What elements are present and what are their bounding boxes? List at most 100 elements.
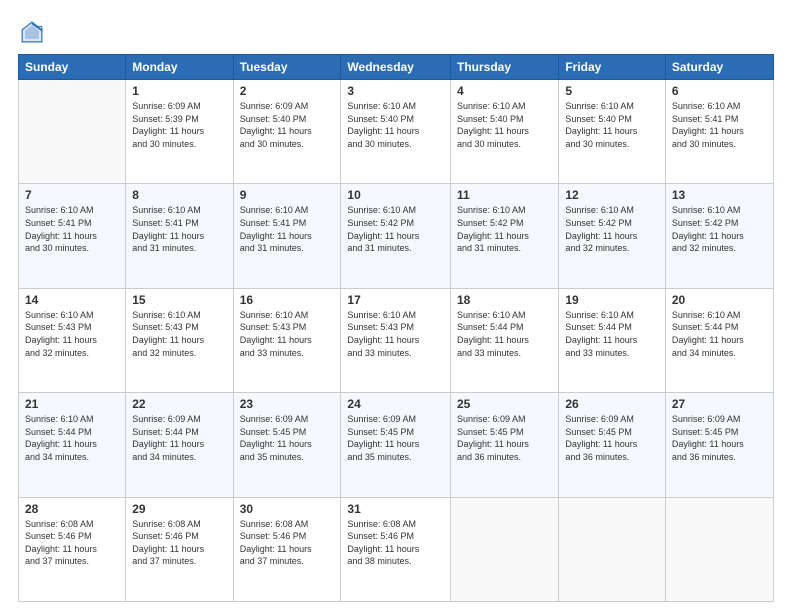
calendar-cell: 23Sunrise: 6:09 AM Sunset: 5:45 PM Dayli…: [233, 393, 341, 497]
calendar-cell: 13 Sunrise: 6:10 AM Sunset: 5:42 PM Dayli…: [665, 184, 773, 288]
calendar-cell: 7Sunrise: 6:10 AM Sunset: 5:41 PM Daylig…: [19, 184, 126, 288]
calendar-cell: 27 Sunrise: 6:09 AM Sunset: 5:45 PM Dayli…: [665, 393, 773, 497]
day-number: 4: [457, 84, 552, 98]
calendar-cell: 11 Sunrise: 6:10 AM Sunset: 5:42 PM Dayli…: [451, 184, 559, 288]
calendar-cell: 9Sunrise: 6:10 AM Sunset: 5:41 PM Daylig…: [233, 184, 341, 288]
day-number: 3: [347, 84, 444, 98]
day-info: Sunrise: 6:10 AM Sunset: 5:44 PM Dayligh…: [672, 309, 767, 359]
day-number: 14: [25, 293, 119, 307]
calendar-cell: 26 Sunrise: 6:09 AM Sunset: 5:45 PM Dayli…: [559, 393, 666, 497]
day-info: Sunrise: 6:10 AM Sunset: 5:42 PM Dayligh…: [347, 204, 444, 254]
col-saturday: Saturday: [665, 55, 773, 80]
day-number: 17: [347, 293, 444, 307]
day-info: Sunrise: 6:10 AM Sunset: 5:42 PM Dayligh…: [565, 204, 659, 254]
week-row-3: 14 Sunrise: 6:10 AM Sunset: 5:43 PM Dayli…: [19, 288, 774, 392]
day-info: Sunrise: 6:09 AM Sunset: 5:45 PM Dayligh…: [565, 413, 659, 463]
calendar-cell: 15Sunrise: 6:10 AM Sunset: 5:43 PM Dayli…: [126, 288, 233, 392]
day-number: 2: [240, 84, 335, 98]
logo: [18, 18, 50, 46]
day-number: 11: [457, 188, 552, 202]
calendar-cell: 16 Sunrise: 6:10 AM Sunset: 5:43 PM Dayli…: [233, 288, 341, 392]
day-info: Sunrise: 6:09 AM Sunset: 5:45 PM Dayligh…: [240, 413, 335, 463]
calendar-cell: 24 Sunrise: 6:09 AM Sunset: 5:45 PM Dayli…: [341, 393, 451, 497]
week-row-5: 28 Sunrise: 6:08 AM Sunset: 5:46 PM Dayli…: [19, 497, 774, 601]
day-number: 8: [132, 188, 226, 202]
calendar-cell: 17 Sunrise: 6:10 AM Sunset: 5:43 PM Dayli…: [341, 288, 451, 392]
day-info: Sunrise: 6:09 AM Sunset: 5:45 PM Dayligh…: [347, 413, 444, 463]
day-info: Sunrise: 6:09 AM Sunset: 5:39 PM Dayligh…: [132, 100, 226, 150]
day-info: Sunrise: 6:10 AM Sunset: 5:40 PM Dayligh…: [347, 100, 444, 150]
day-number: 12: [565, 188, 659, 202]
day-info: Sunrise: 6:08 AM Sunset: 5:46 PM Dayligh…: [132, 518, 226, 568]
calendar-cell: 10 Sunrise: 6:10 AM Sunset: 5:42 PM Dayli…: [341, 184, 451, 288]
calendar-cell: 5 Sunrise: 6:10 AM Sunset: 5:40 PM Daylig…: [559, 80, 666, 184]
header-row: Sunday Monday Tuesday Wednesday Thursday…: [19, 55, 774, 80]
day-info: Sunrise: 6:10 AM Sunset: 5:43 PM Dayligh…: [25, 309, 119, 359]
logo-icon: [18, 18, 46, 46]
day-info: Sunrise: 6:10 AM Sunset: 5:42 PM Dayligh…: [672, 204, 767, 254]
col-thursday: Thursday: [451, 55, 559, 80]
calendar: Sunday Monday Tuesday Wednesday Thursday…: [18, 54, 774, 602]
week-row-1: 1 Sunrise: 6:09 AM Sunset: 5:39 PM Daylig…: [19, 80, 774, 184]
day-number: 20: [672, 293, 767, 307]
day-info: Sunrise: 6:10 AM Sunset: 5:44 PM Dayligh…: [565, 309, 659, 359]
calendar-cell: 4Sunrise: 6:10 AM Sunset: 5:40 PM Daylig…: [451, 80, 559, 184]
day-info: Sunrise: 6:08 AM Sunset: 5:46 PM Dayligh…: [25, 518, 119, 568]
day-number: 6: [672, 84, 767, 98]
day-number: 22: [132, 397, 226, 411]
day-info: Sunrise: 6:09 AM Sunset: 5:40 PM Dayligh…: [240, 100, 335, 150]
calendar-cell: 29 Sunrise: 6:08 AM Sunset: 5:46 PM Dayli…: [126, 497, 233, 601]
calendar-cell: [559, 497, 666, 601]
day-info: Sunrise: 6:10 AM Sunset: 5:41 PM Dayligh…: [25, 204, 119, 254]
day-number: 30: [240, 502, 335, 516]
calendar-cell: 8 Sunrise: 6:10 AM Sunset: 5:41 PM Daylig…: [126, 184, 233, 288]
calendar-cell: 2 Sunrise: 6:09 AM Sunset: 5:40 PM Daylig…: [233, 80, 341, 184]
calendar-cell: 25 Sunrise: 6:09 AM Sunset: 5:45 PM Dayli…: [451, 393, 559, 497]
day-info: Sunrise: 6:10 AM Sunset: 5:43 PM Dayligh…: [132, 309, 226, 359]
calendar-cell: 14 Sunrise: 6:10 AM Sunset: 5:43 PM Dayli…: [19, 288, 126, 392]
day-info: Sunrise: 6:10 AM Sunset: 5:41 PM Dayligh…: [132, 204, 226, 254]
calendar-cell: [451, 497, 559, 601]
day-info: Sunrise: 6:10 AM Sunset: 5:41 PM Dayligh…: [240, 204, 335, 254]
day-number: 26: [565, 397, 659, 411]
day-info: Sunrise: 6:10 AM Sunset: 5:44 PM Dayligh…: [25, 413, 119, 463]
calendar-table: Sunday Monday Tuesday Wednesday Thursday…: [18, 54, 774, 602]
calendar-cell: 21 Sunrise: 6:10 AM Sunset: 5:44 PM Dayli…: [19, 393, 126, 497]
day-info: Sunrise: 6:08 AM Sunset: 5:46 PM Dayligh…: [347, 518, 444, 568]
day-number: 1: [132, 84, 226, 98]
day-info: Sunrise: 6:09 AM Sunset: 5:44 PM Dayligh…: [132, 413, 226, 463]
calendar-cell: 28 Sunrise: 6:08 AM Sunset: 5:46 PM Dayli…: [19, 497, 126, 601]
day-number: 13: [672, 188, 767, 202]
col-friday: Friday: [559, 55, 666, 80]
week-row-4: 21 Sunrise: 6:10 AM Sunset: 5:44 PM Dayli…: [19, 393, 774, 497]
day-number: 21: [25, 397, 119, 411]
day-info: Sunrise: 6:09 AM Sunset: 5:45 PM Dayligh…: [457, 413, 552, 463]
col-tuesday: Tuesday: [233, 55, 341, 80]
day-number: 16: [240, 293, 335, 307]
day-info: Sunrise: 6:08 AM Sunset: 5:46 PM Dayligh…: [240, 518, 335, 568]
col-monday: Monday: [126, 55, 233, 80]
col-wednesday: Wednesday: [341, 55, 451, 80]
calendar-cell: 12 Sunrise: 6:10 AM Sunset: 5:42 PM Dayli…: [559, 184, 666, 288]
day-info: Sunrise: 6:10 AM Sunset: 5:43 PM Dayligh…: [347, 309, 444, 359]
calendar-cell: 20 Sunrise: 6:10 AM Sunset: 5:44 PM Dayli…: [665, 288, 773, 392]
calendar-cell: 19Sunrise: 6:10 AM Sunset: 5:44 PM Dayli…: [559, 288, 666, 392]
day-info: Sunrise: 6:10 AM Sunset: 5:41 PM Dayligh…: [672, 100, 767, 150]
day-number: 27: [672, 397, 767, 411]
day-number: 28: [25, 502, 119, 516]
day-number: 25: [457, 397, 552, 411]
day-info: Sunrise: 6:10 AM Sunset: 5:43 PM Dayligh…: [240, 309, 335, 359]
day-number: 5: [565, 84, 659, 98]
day-info: Sunrise: 6:09 AM Sunset: 5:45 PM Dayligh…: [672, 413, 767, 463]
day-number: 24: [347, 397, 444, 411]
day-info: Sunrise: 6:10 AM Sunset: 5:42 PM Dayligh…: [457, 204, 552, 254]
day-number: 18: [457, 293, 552, 307]
week-row-2: 7Sunrise: 6:10 AM Sunset: 5:41 PM Daylig…: [19, 184, 774, 288]
day-number: 31: [347, 502, 444, 516]
day-number: 10: [347, 188, 444, 202]
day-info: Sunrise: 6:10 AM Sunset: 5:44 PM Dayligh…: [457, 309, 552, 359]
header: [18, 18, 774, 46]
day-number: 29: [132, 502, 226, 516]
calendar-cell: 22 Sunrise: 6:09 AM Sunset: 5:44 PM Dayli…: [126, 393, 233, 497]
day-info: Sunrise: 6:10 AM Sunset: 5:40 PM Dayligh…: [565, 100, 659, 150]
